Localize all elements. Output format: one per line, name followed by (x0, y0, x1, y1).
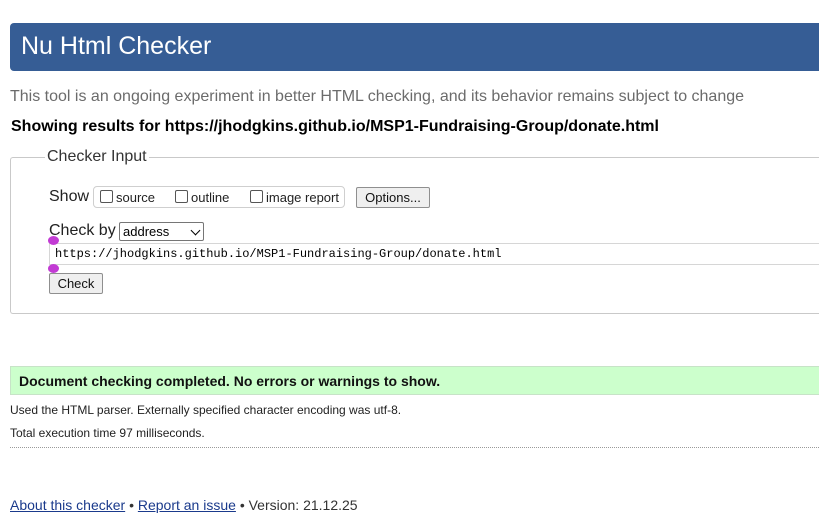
page-header: Nu Html Checker (10, 23, 819, 71)
version-text: Version: 21.12.25 (248, 497, 358, 513)
options-button[interactable]: Options... (356, 187, 430, 208)
success-banner: Document checking completed. No errors o… (10, 366, 819, 395)
show-label: Show (49, 188, 90, 205)
checker-input-legend: Checker Input (47, 148, 147, 165)
check-by-value: address (123, 224, 170, 239)
success-message: Document checking completed. No errors o… (19, 373, 441, 389)
source-checkbox-label: source (116, 190, 156, 205)
footer-separator: • (129, 497, 134, 513)
tagline: This tool is an ongoing experiment in be… (10, 88, 745, 105)
check-by-select[interactable]: address (119, 222, 204, 241)
parser-info: Used the HTML parser. Externally specifi… (10, 403, 402, 417)
report-issue-link[interactable]: Report an issue (138, 497, 236, 513)
url-input[interactable]: https://jhodgkins.github.io/MSP1-Fundrai… (49, 243, 819, 265)
outline-checkbox[interactable]: outline (175, 190, 229, 205)
page-title: Nu Html Checker (21, 32, 212, 60)
footer: About this checker • Report an issue • V… (10, 497, 358, 513)
footer-separator: • (239, 497, 245, 513)
source-checkbox[interactable]: source (100, 190, 155, 205)
image-report-checkbox[interactable]: image report (250, 190, 339, 205)
divider (10, 447, 819, 448)
chevron-down-icon (190, 225, 201, 236)
resize-handle-icon[interactable] (48, 264, 59, 273)
checkbox-box[interactable] (175, 190, 188, 203)
show-options-group: source outline image report (93, 186, 345, 208)
showing-results-heading: Showing results for https://jhodgkins.gi… (11, 118, 659, 135)
about-checker-link[interactable]: About this checker (10, 497, 125, 513)
check-by-label: Check by (49, 222, 116, 239)
execution-time: Total execution time 97 milliseconds. (10, 426, 205, 440)
checkbox-box[interactable] (100, 190, 113, 203)
resize-handle-icon[interactable] (48, 236, 59, 245)
image-report-checkbox-label: image report (266, 190, 339, 205)
check-button[interactable]: Check (49, 273, 103, 294)
outline-checkbox-label: outline (191, 190, 230, 205)
checkbox-box[interactable] (250, 190, 263, 203)
